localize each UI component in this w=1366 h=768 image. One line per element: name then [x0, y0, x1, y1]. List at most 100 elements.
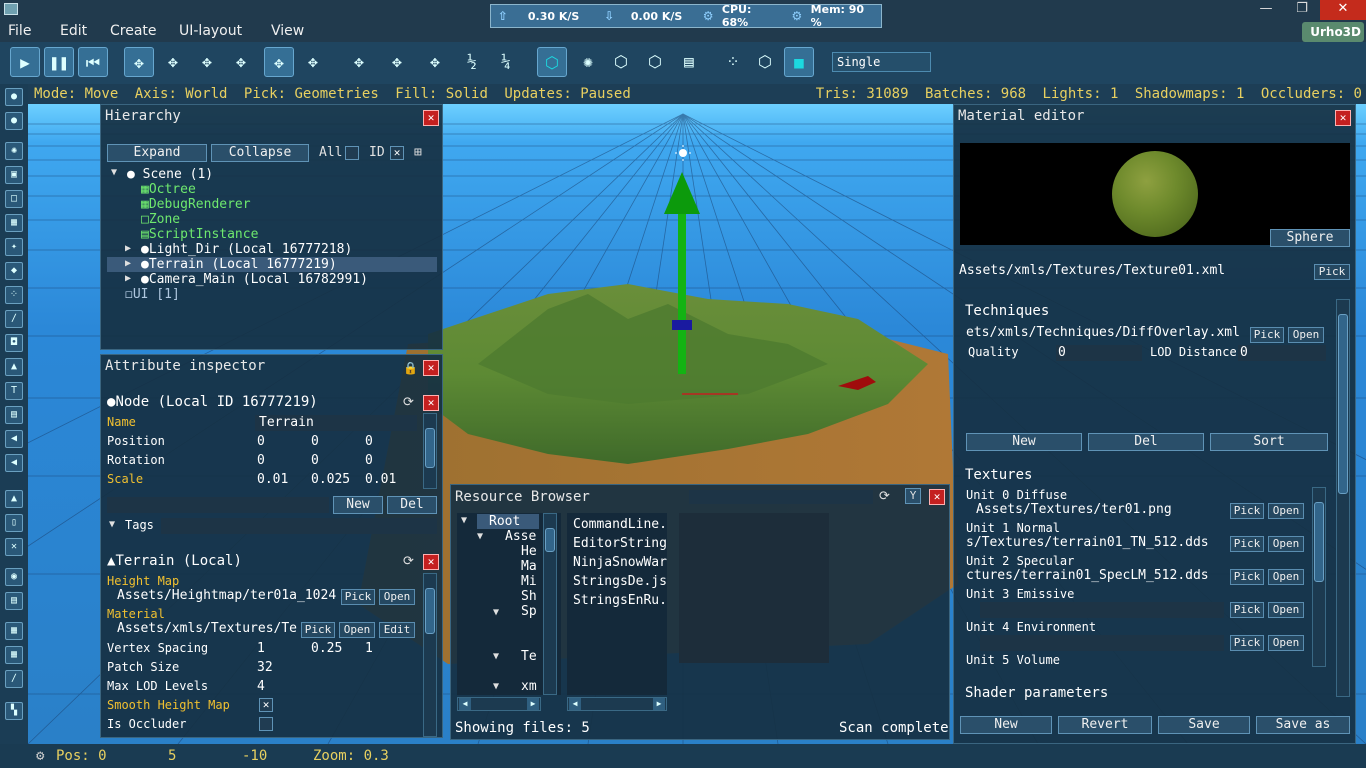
scroll-thumb[interactable]: [1314, 502, 1324, 582]
quality-field[interactable]: [1056, 345, 1142, 361]
preview-shape-dropdown[interactable]: Sphere: [1270, 229, 1350, 247]
texture-open-button[interactable]: Open: [1268, 635, 1304, 651]
tree-item-debugrenderer[interactable]: ▦DebugRenderer: [141, 197, 251, 212]
fill-points-icon[interactable]: ⁘: [718, 47, 748, 77]
texture-pick-button[interactable]: Pick: [1230, 602, 1264, 618]
texture-open-button[interactable]: Open: [1268, 602, 1304, 618]
scale-half-icon[interactable]: ½: [457, 47, 487, 77]
texture-pick-button[interactable]: Pick: [1230, 635, 1264, 651]
material-new-button[interactable]: New: [960, 716, 1052, 734]
close-icon[interactable]: ✕: [423, 360, 439, 376]
play-icon[interactable]: ▶: [10, 47, 40, 77]
tree-folder-te[interactable]: Te: [521, 649, 537, 664]
replicated-node-icon[interactable]: ●: [5, 112, 23, 130]
camera-icon[interactable]: ▣: [5, 166, 23, 184]
material-revert-button[interactable]: Revert: [1058, 716, 1152, 734]
smooth-height-map-checkbox[interactable]: ✕: [259, 698, 273, 712]
tree-folder-he[interactable]: He: [521, 544, 537, 559]
text3d-icon[interactable]: T: [5, 382, 23, 400]
menu-ui-layout[interactable]: UI-layout: [179, 23, 242, 39]
view-mode-select[interactable]: Single: [832, 52, 931, 72]
scale-quarter-icon[interactable]: ¼: [491, 47, 521, 77]
ui-window-icon[interactable]: ▦: [5, 646, 23, 664]
vertex-x[interactable]: 1: [257, 641, 265, 656]
menu-edit[interactable]: Edit: [60, 23, 87, 39]
scroll-right-icon[interactable]: ▶: [653, 698, 665, 710]
close-window-icon[interactable]: ✕: [1320, 0, 1366, 20]
script-icon[interactable]: ▤: [5, 592, 23, 610]
close-icon[interactable]: ✕: [423, 110, 439, 126]
file-item[interactable]: NinjaSnowWar: [573, 555, 667, 570]
file-item[interactable]: EditorString: [573, 536, 667, 551]
pick-lights-icon[interactable]: ✺: [573, 47, 603, 77]
close-icon[interactable]: ✕: [423, 395, 439, 411]
material-scrollbar[interactable]: [1336, 299, 1350, 697]
material-save-as-button[interactable]: Save as: [1256, 716, 1350, 734]
select-tool-icon[interactable]: ✥: [226, 47, 256, 77]
move-tool-icon[interactable]: ✥: [124, 47, 154, 77]
tree-item-ui[interactable]: ◻UI [1]: [125, 287, 180, 302]
reset-icon[interactable]: ⟳: [403, 395, 414, 410]
animated-model-icon[interactable]: ✦: [5, 238, 23, 256]
ui-layout-icon[interactable]: ▚: [5, 702, 23, 720]
collapsed-arrow-icon[interactable]: ▶: [125, 273, 131, 284]
file-item[interactable]: CommandLine.: [573, 517, 667, 532]
terrain-scrollbar[interactable]: [423, 573, 437, 737]
rigidbody-icon[interactable]: ▲: [5, 490, 23, 508]
technique-new-button[interactable]: New: [966, 433, 1082, 451]
all-checkbox[interactable]: [345, 146, 359, 160]
texture-open-button[interactable]: Open: [1268, 503, 1304, 519]
snap-move-icon[interactable]: ✥: [344, 47, 374, 77]
ribbon-icon[interactable]: ∕: [5, 310, 23, 328]
rotation-y[interactable]: 0: [311, 453, 319, 468]
material-edit-button[interactable]: Edit: [379, 622, 415, 638]
tree-item-scriptinstance[interactable]: ▤ScriptInstance: [141, 227, 258, 242]
is-occluder-checkbox[interactable]: [259, 717, 273, 731]
expand-arrow-icon[interactable]: ▼: [477, 531, 483, 542]
resource-search-field[interactable]: [689, 490, 873, 504]
textures-scrollbar[interactable]: [1312, 487, 1326, 667]
new-var-button[interactable]: New: [333, 496, 383, 514]
tree-folder-sp[interactable]: Sp: [521, 604, 537, 619]
tags-dropdown-icon[interactable]: ▼: [109, 519, 115, 530]
expand-arrow-icon[interactable]: ▼: [493, 651, 499, 662]
snap-scale-icon[interactable]: ✥: [420, 47, 450, 77]
restore-icon[interactable]: ❐: [1284, 0, 1320, 20]
scroll-thumb[interactable]: [425, 428, 435, 468]
collapse-button[interactable]: Collapse: [211, 144, 309, 162]
scale-y[interactable]: 0.025: [311, 472, 350, 487]
tree-item-octree[interactable]: ▦Octree: [141, 182, 196, 197]
tree-item-light-dir[interactable]: ●Light_Dir (Local 16777218): [141, 242, 352, 257]
light-icon[interactable]: ✺: [5, 142, 23, 160]
vertex-z[interactable]: 1: [365, 641, 373, 656]
ui-link-icon[interactable]: ∕: [5, 670, 23, 688]
collapsed-arrow-icon[interactable]: ▶: [125, 243, 131, 254]
close-icon[interactable]: ✕: [423, 554, 439, 570]
technique-open-button[interactable]: Open: [1288, 327, 1324, 343]
tree-item-terrain[interactable]: ●Terrain (Local 16777219): [141, 257, 337, 272]
node-scrollbar[interactable]: [423, 413, 437, 489]
file-item[interactable]: StringsDe.js: [573, 574, 667, 589]
reset-icon[interactable]: ⟳: [403, 554, 414, 569]
rotate-tool-icon[interactable]: ✥: [158, 47, 188, 77]
collision-shape-icon[interactable]: ▯: [5, 514, 23, 532]
position-y[interactable]: 0: [311, 434, 319, 449]
minimize-icon[interactable]: —: [1248, 0, 1284, 20]
rotation-x[interactable]: 0: [257, 453, 265, 468]
navigation-icon[interactable]: ◉: [5, 568, 23, 586]
menu-create[interactable]: Create: [110, 23, 157, 39]
technique-del-button[interactable]: Del: [1088, 433, 1204, 451]
stop-icon[interactable]: ⏮: [78, 47, 108, 77]
menu-file[interactable]: File: [8, 23, 31, 39]
pick-geometries-icon[interactable]: ⬡: [537, 47, 567, 77]
technique-sort-button[interactable]: Sort: [1210, 433, 1328, 451]
fill-solid-icon[interactable]: ■: [784, 47, 814, 77]
terrain-icon[interactable]: ▲: [5, 358, 23, 376]
texture-open-button[interactable]: Open: [1268, 569, 1304, 585]
billboard-icon[interactable]: ◆: [5, 262, 23, 280]
id-checkbox[interactable]: ✕: [390, 146, 404, 160]
close-icon[interactable]: ✕: [1335, 110, 1351, 126]
tree-folder-ma[interactable]: Ma: [521, 559, 537, 574]
patch-size-value[interactable]: 32: [257, 660, 273, 675]
expand-arrow-icon[interactable]: ▼: [461, 515, 467, 526]
